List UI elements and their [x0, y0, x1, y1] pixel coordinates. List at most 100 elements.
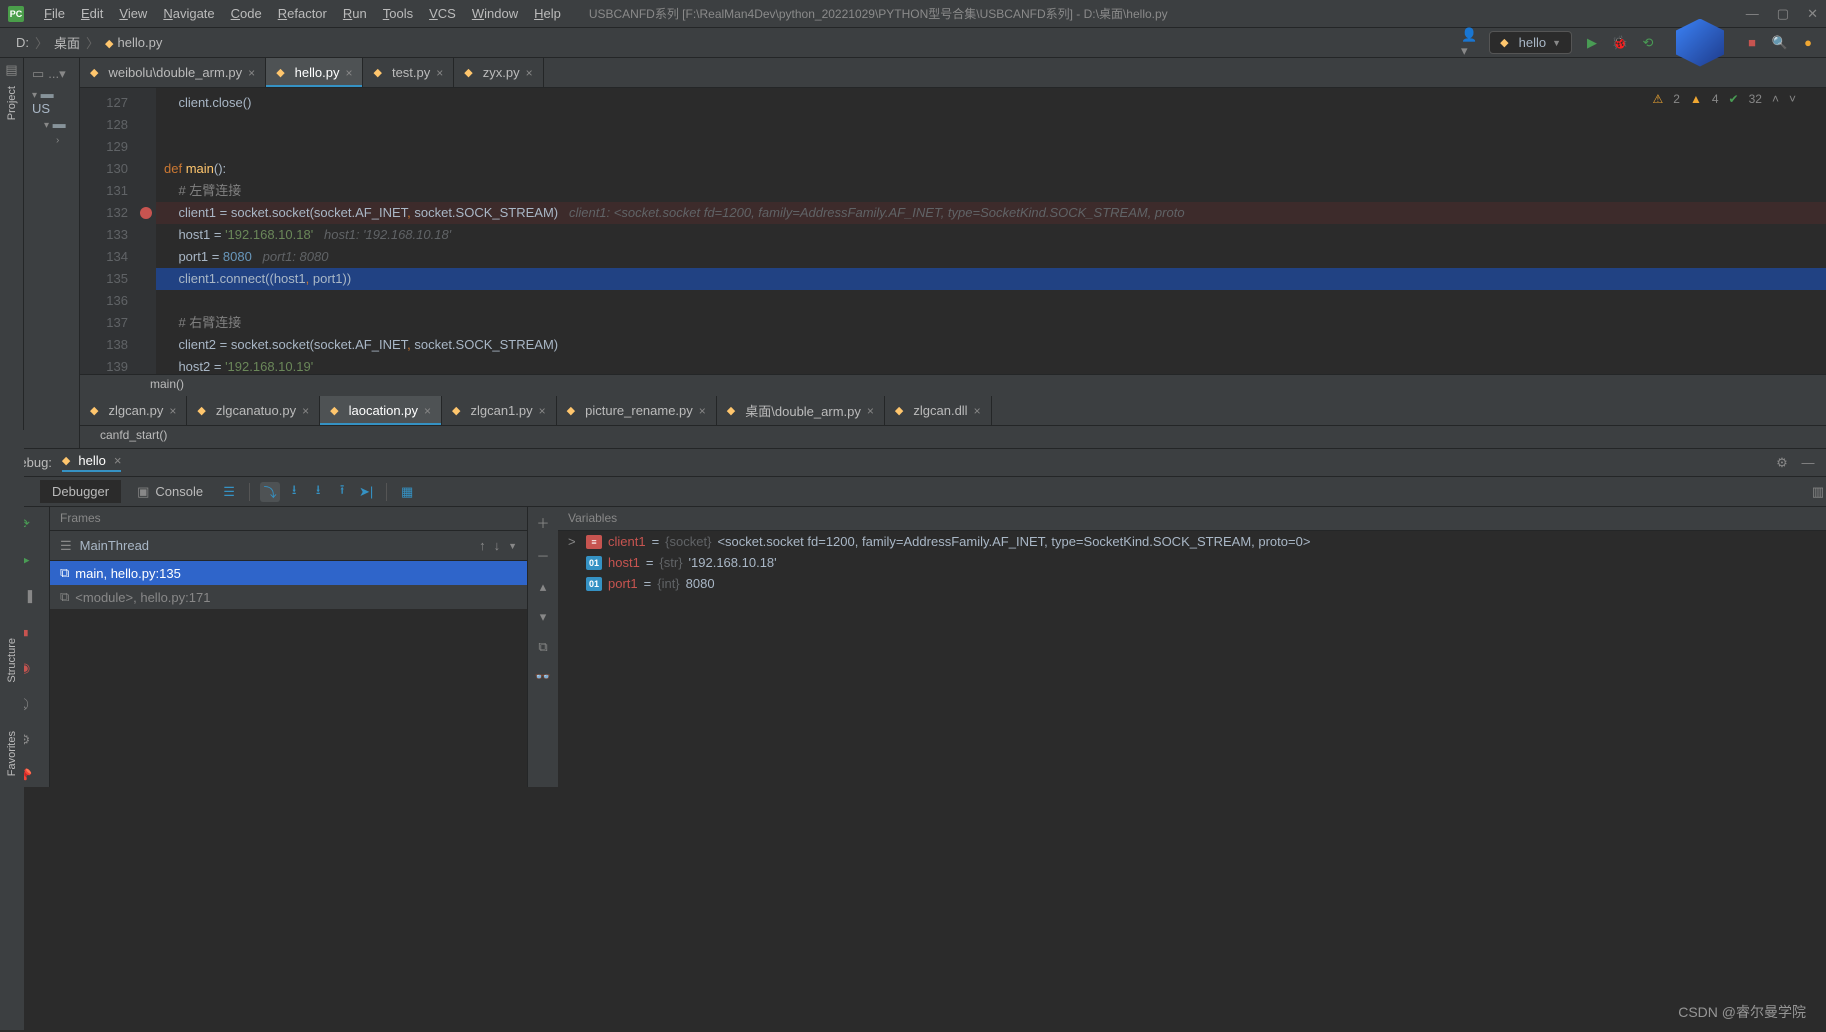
- expand-icon[interactable]: ▾: [32, 90, 37, 101]
- menu-code[interactable]: Code: [223, 6, 270, 21]
- gear-icon[interactable]: ⚙: [1774, 455, 1790, 471]
- menu-view[interactable]: View: [111, 6, 155, 21]
- step-out-button[interactable]: ⭱: [332, 482, 352, 502]
- editor-tab[interactable]: ◆zlgcan.py×: [80, 396, 187, 425]
- breadcrumb-file[interactable]: ◆hello.py: [99, 35, 168, 50]
- variable-row[interactable]: 01host1 = {str} '192.168.10.18': [558, 552, 1826, 573]
- close-tab-icon[interactable]: ×: [436, 66, 443, 80]
- menu-file[interactable]: File: [36, 6, 73, 21]
- close-tab-icon[interactable]: ×: [345, 66, 352, 80]
- close-tab-icon[interactable]: ×: [424, 404, 431, 418]
- project-tree[interactable]: ▭...▾ ▾ ▬ US ▾ ▬ ›: [24, 58, 80, 448]
- editor-tab[interactable]: ◆桌面\double_arm.py×: [717, 396, 885, 425]
- code-line[interactable]: def main():: [156, 158, 1826, 180]
- code-line[interactable]: client.close(): [156, 92, 1826, 114]
- run-to-cursor-button[interactable]: ➤|: [356, 482, 376, 502]
- editor-tab[interactable]: ◆laocation.py×: [320, 396, 442, 425]
- stack-frame[interactable]: ⧉<module>, hello.py:171: [50, 585, 527, 609]
- prev-frame-icon[interactable]: ↑: [479, 538, 486, 553]
- menu-tools[interactable]: Tools: [375, 6, 421, 21]
- add-watch-icon[interactable]: ＋: [536, 513, 549, 532]
- project-root-label[interactable]: US: [32, 101, 50, 116]
- menu-navigate[interactable]: Navigate: [155, 6, 222, 21]
- menu-refactor[interactable]: Refactor: [270, 6, 335, 21]
- glasses-icon[interactable]: 👓: [535, 669, 551, 685]
- console-tab[interactable]: ▣Console: [125, 480, 215, 504]
- code-line[interactable]: host1 = '192.168.10.18' host1: '192.168.…: [156, 224, 1826, 246]
- close-tab-icon[interactable]: ×: [699, 404, 706, 418]
- code-line[interactable]: [156, 114, 1826, 136]
- code-content[interactable]: client.close() def main(): # 左臂连接 client1…: [156, 88, 1826, 374]
- code-line[interactable]: client1 = socket.socket(socket.AF_INET, …: [156, 202, 1826, 224]
- minimize-panel-icon[interactable]: —: [1800, 455, 1816, 471]
- layout-icon[interactable]: ▥: [1810, 484, 1826, 500]
- debugger-tab[interactable]: Debugger: [40, 480, 121, 503]
- run-button[interactable]: ▶: [1584, 35, 1600, 51]
- menu-vcs[interactable]: VCS: [421, 6, 464, 21]
- breadcrumb-root[interactable]: D:: [10, 35, 35, 50]
- variable-row[interactable]: 01port1 = {int} 8080: [558, 573, 1826, 594]
- code-line[interactable]: client1.connect((host1, port1)): [156, 268, 1826, 290]
- step-into-my-button[interactable]: ⭳: [308, 482, 328, 502]
- menu-window[interactable]: Window: [464, 6, 526, 21]
- chevron-up-icon[interactable]: ˄: [1772, 92, 1779, 106]
- code-line[interactable]: host2 = '192.168.10.19': [156, 356, 1826, 374]
- favorites-tool-button[interactable]: Favorites: [6, 731, 18, 776]
- editor-breadcrumb[interactable]: main(): [80, 374, 1826, 396]
- code-line[interactable]: # 左臂连接: [156, 180, 1826, 202]
- thread-selector[interactable]: ☰ MainThread ↑ ↓ ▼: [50, 531, 527, 561]
- debug-config-tab[interactable]: ◆hello×: [62, 453, 122, 472]
- debug-button[interactable]: 🐞: [1612, 35, 1628, 51]
- editor-breadcrumb-2[interactable]: canfd_start(): [80, 426, 1826, 448]
- editor-tab[interactable]: ◆zlgcanatuo.py×: [187, 396, 320, 425]
- project-tool-icon[interactable]: ▤: [5, 62, 17, 78]
- close-tab-icon[interactable]: ×: [302, 404, 309, 418]
- step-into-button[interactable]: ⭳: [284, 482, 304, 502]
- project-tool-label[interactable]: Project: [6, 86, 18, 120]
- close-tab-icon[interactable]: ×: [974, 404, 981, 418]
- code-line[interactable]: port1 = 8080 port1: 8080: [156, 246, 1826, 268]
- editor-tab[interactable]: ◆picture_rename.py×: [557, 396, 717, 425]
- variable-row[interactable]: >≡client1 = {socket} <socket.socket fd=1…: [558, 531, 1826, 552]
- search-icon[interactable]: 🔍: [1772, 35, 1788, 51]
- stop-button[interactable]: ■: [1744, 35, 1760, 51]
- close-tab-icon[interactable]: ×: [169, 404, 176, 418]
- menu-edit[interactable]: Edit: [73, 6, 111, 21]
- editor-tab[interactable]: ◆weibolu\double_arm.py×: [80, 58, 266, 87]
- code-line[interactable]: client2 = socket.socket(socket.AF_INET, …: [156, 334, 1826, 356]
- code-editor[interactable]: 1271281291301311321331341351361371381391…: [80, 88, 1826, 374]
- evaluate-button[interactable]: ▦: [397, 482, 417, 502]
- chevron-down-icon[interactable]: ˅: [1789, 92, 1796, 106]
- editor-tab[interactable]: ◆test.py×: [363, 58, 454, 87]
- collapse-icon[interactable]: ▭: [32, 66, 44, 82]
- editor-tab[interactable]: ◆zyx.py×: [454, 58, 543, 87]
- close-tab-icon[interactable]: ×: [539, 404, 546, 418]
- coverage-button[interactable]: ⟲: [1640, 35, 1656, 51]
- copy-icon[interactable]: ⧉: [538, 639, 547, 655]
- breakpoint-gutter[interactable]: [136, 88, 156, 374]
- editor-tab[interactable]: ◆zlgcan1.py×: [442, 396, 557, 425]
- up-icon[interactable]: ▴: [540, 579, 547, 595]
- close-tab-icon[interactable]: ×: [526, 66, 533, 80]
- expand-icon[interactable]: ▾: [44, 120, 49, 131]
- menu-help[interactable]: Help: [526, 6, 569, 21]
- code-line[interactable]: # 右臂连接: [156, 312, 1826, 334]
- inspection-widget[interactable]: ⚠2 ▲4 ✔32 ˄ ˅: [1653, 92, 1796, 106]
- editor-tab[interactable]: ◆hello.py×: [266, 58, 363, 87]
- notifications-icon[interactable]: ●: [1800, 35, 1816, 51]
- close-tab-icon[interactable]: ×: [867, 404, 874, 418]
- menu-run[interactable]: Run: [335, 6, 375, 21]
- add-config-icon[interactable]: 👤▾: [1461, 35, 1477, 51]
- expand-icon[interactable]: >: [568, 534, 580, 549]
- next-frame-icon[interactable]: ↓: [494, 538, 501, 553]
- structure-tool-button[interactable]: Structure: [6, 638, 18, 683]
- run-config-selector[interactable]: ◆ hello ▼: [1489, 31, 1572, 54]
- breakpoint-icon[interactable]: [140, 207, 152, 219]
- down-icon[interactable]: ▾: [540, 609, 547, 625]
- remove-watch-icon[interactable]: －: [536, 546, 549, 565]
- code-line[interactable]: [156, 136, 1826, 158]
- editor-tab[interactable]: ◆zlgcan.dll×: [885, 396, 992, 425]
- thread-view-icon[interactable]: ☰: [219, 482, 239, 502]
- code-line[interactable]: [156, 290, 1826, 312]
- breadcrumb-folder[interactable]: 桌面: [48, 33, 86, 52]
